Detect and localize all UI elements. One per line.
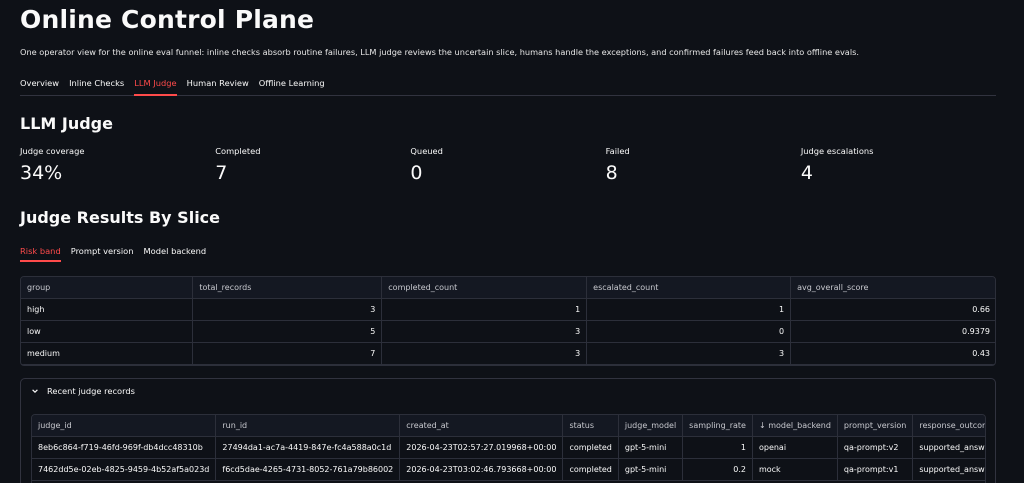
column-header-avg-overall-score[interactable]: avg_overall_score bbox=[790, 277, 995, 299]
cell-completed-count[interactable]: 3 bbox=[381, 342, 588, 365]
metric-label: Completed bbox=[215, 146, 261, 156]
cell-status[interactable]: completed bbox=[562, 458, 619, 481]
slice-table[interactable]: group total_records completed_count esca… bbox=[20, 276, 996, 366]
cell-run-id[interactable]: f6cd5dae-4265-4731-8052-761a79b86002 bbox=[215, 458, 401, 481]
metric-value: 0 bbox=[410, 162, 423, 184]
cell-created-at[interactable]: 2026-04-23T03:02:46.793668+00:00 bbox=[399, 458, 564, 481]
metric-completed: Completed 7 bbox=[215, 146, 410, 184]
metric-label: Queued bbox=[410, 146, 443, 156]
records-table[interactable]: judge_id run_id created_at status judge_… bbox=[31, 414, 986, 483]
column-header-completed-count[interactable]: completed_count bbox=[381, 277, 588, 299]
metric-value: 7 bbox=[215, 162, 228, 184]
expander-label: Recent judge records bbox=[47, 386, 135, 396]
cell-avg-overall-score[interactable]: 0.9379 bbox=[790, 320, 995, 343]
cell-group[interactable]: high bbox=[21, 298, 194, 321]
cell-prompt-version[interactable]: qa-prompt:v2 bbox=[837, 436, 914, 459]
cell-completed-count[interactable]: 1 bbox=[381, 298, 588, 321]
metric-value: 8 bbox=[605, 162, 618, 184]
cell-judge-id[interactable]: 7462dd5e-02eb-4825-9459-4b52af5a023d bbox=[32, 458, 217, 481]
column-header-run-id[interactable]: run_id bbox=[215, 415, 401, 437]
cell-sampling-rate[interactable]: 0.2 bbox=[682, 458, 753, 481]
table-header-row: group total_records completed_count esca… bbox=[21, 277, 995, 299]
main-tabs: Overview Inline Checks LLM Judge Human R… bbox=[20, 76, 996, 96]
metric-label: Judge escalations bbox=[800, 146, 874, 156]
metric-label: Judge coverage bbox=[20, 146, 85, 156]
cell-avg-overall-score[interactable]: 0.66 bbox=[790, 298, 995, 321]
table-row: medium 7 3 3 0.43 bbox=[21, 342, 995, 365]
column-header-prompt-version[interactable]: prompt_version bbox=[837, 415, 914, 437]
column-header-model-backend[interactable]: ↓ model_backend bbox=[752, 415, 838, 437]
metrics-row: Judge coverage 34% Completed 7 Queued 0 … bbox=[20, 146, 996, 184]
column-header-sampling-rate[interactable]: sampling_rate bbox=[682, 415, 753, 437]
recent-records-expander: Recent judge records judge_id run_id cre… bbox=[20, 378, 996, 483]
cell-response-outcome[interactable]: supported_answer bbox=[912, 458, 985, 481]
slice-title: Judge Results By Slice bbox=[20, 208, 221, 227]
cell-judge-id[interactable]: 8eb6c864-f719-46fd-969f-db4dcc48310b bbox=[32, 436, 217, 459]
column-header-created-at[interactable]: created_at bbox=[399, 415, 564, 437]
subtab-risk-band[interactable]: Risk band bbox=[20, 246, 61, 262]
section-title: LLM Judge bbox=[20, 114, 113, 133]
table-header-row: judge_id run_id created_at status judge_… bbox=[32, 415, 985, 437]
table-row: 7462dd5e-02eb-4825-9459-4b52af5a023d f6c… bbox=[32, 458, 985, 481]
cell-model-backend[interactable]: openai bbox=[752, 436, 838, 459]
metric-value: 4 bbox=[800, 162, 813, 184]
expander-header[interactable]: Recent judge records bbox=[21, 379, 995, 403]
app-title: Online Control Plane bbox=[20, 5, 315, 34]
table-row: 8eb6c864-f719-46fd-969f-db4dcc48310b 274… bbox=[32, 436, 985, 459]
cell-total-records[interactable]: 3 bbox=[192, 298, 383, 321]
cell-response-outcome[interactable]: supported_answer bbox=[912, 436, 985, 459]
tab-llm-judge[interactable]: LLM Judge bbox=[134, 76, 177, 96]
subtab-model-backend[interactable]: Model backend bbox=[144, 246, 207, 262]
metric-judge-coverage: Judge coverage 34% bbox=[20, 146, 215, 184]
cell-completed-count[interactable]: 3 bbox=[381, 320, 588, 343]
cell-escalated-count[interactable]: 0 bbox=[586, 320, 792, 343]
table-row: high 3 1 1 0.66 bbox=[21, 298, 995, 321]
cell-sampling-rate[interactable]: 1 bbox=[682, 436, 753, 459]
table-row: low 5 3 0 0.9379 bbox=[21, 320, 995, 343]
metric-value: 34% bbox=[20, 162, 63, 184]
column-header-response-outcome[interactable]: response_outcome bbox=[912, 415, 985, 437]
column-header-judge-id[interactable]: judge_id bbox=[32, 415, 217, 437]
cell-prompt-version[interactable]: qa-prompt:v1 bbox=[837, 458, 914, 481]
cell-escalated-count[interactable]: 3 bbox=[586, 342, 792, 365]
cell-model-backend[interactable]: mock bbox=[752, 458, 838, 481]
cell-total-records[interactable]: 5 bbox=[192, 320, 383, 343]
cell-group[interactable]: low bbox=[21, 320, 194, 343]
cell-status[interactable]: completed bbox=[562, 436, 619, 459]
cell-escalated-count[interactable]: 1 bbox=[586, 298, 792, 321]
tab-overview[interactable]: Overview bbox=[20, 76, 59, 96]
tab-human-review[interactable]: Human Review bbox=[187, 76, 249, 96]
cell-judge-model[interactable]: gpt-5-mini bbox=[618, 436, 684, 459]
column-header-judge-model[interactable]: judge_model bbox=[618, 415, 684, 437]
cell-run-id[interactable]: 27494da1-ac7a-4419-847e-fc4a588a0c1d bbox=[215, 436, 401, 459]
metric-judge-escalations: Judge escalations 4 bbox=[801, 146, 996, 184]
column-header-escalated-count[interactable]: escalated_count bbox=[586, 277, 792, 299]
slice-subtabs: Risk band Prompt version Model backend bbox=[20, 246, 206, 262]
tab-offline-learning[interactable]: Offline Learning bbox=[259, 76, 325, 96]
column-header-total-records[interactable]: total_records bbox=[192, 277, 383, 299]
column-header-group[interactable]: group bbox=[21, 277, 194, 299]
subtab-prompt-version[interactable]: Prompt version bbox=[71, 246, 134, 262]
cell-group[interactable]: medium bbox=[21, 342, 194, 365]
app-caption: One operator view for the online eval fu… bbox=[20, 47, 859, 57]
cell-created-at[interactable]: 2026-04-23T02:57:27.019968+00:00 bbox=[399, 436, 564, 459]
cell-avg-overall-score[interactable]: 0.43 bbox=[790, 342, 995, 365]
cell-judge-model[interactable]: gpt-5-mini bbox=[618, 458, 684, 481]
chevron-down-icon bbox=[32, 389, 38, 394]
metric-label: Failed bbox=[605, 146, 630, 156]
cell-total-records[interactable]: 7 bbox=[192, 342, 383, 365]
metric-failed: Failed 8 bbox=[606, 146, 801, 184]
column-header-status[interactable]: status bbox=[562, 415, 619, 437]
tab-inline-checks[interactable]: Inline Checks bbox=[69, 76, 124, 96]
metric-queued: Queued 0 bbox=[410, 146, 605, 184]
